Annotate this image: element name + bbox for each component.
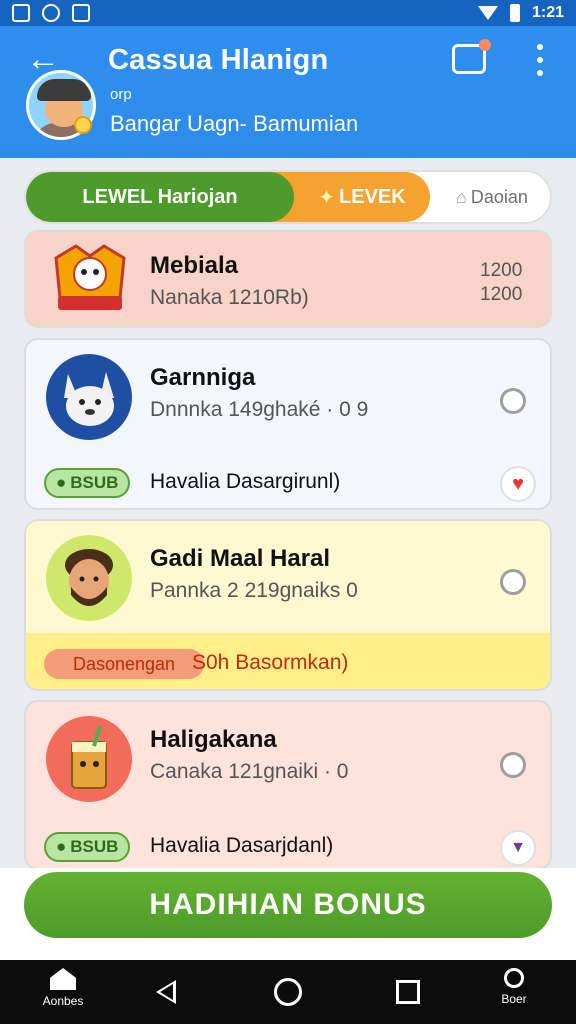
select-radio[interactable] (500, 752, 526, 778)
coin-icon: ● (56, 837, 67, 856)
list-item[interactable]: Mebiala Nanaka 1210Rb) 1200 1200 (24, 230, 552, 328)
card-subtitle: Nanaka 1210Rb) (150, 286, 309, 309)
page-title: Cassua Hlanign (108, 44, 329, 76)
list-item[interactable]: Haligakana Canaka 121gnaiki · 0 ● BSUB H… (24, 700, 552, 870)
chevron-down-icon[interactable]: ▼ (500, 830, 536, 866)
app-header: ← Cassua Hlanign orp Bangar Uagn- Bamumi… (0, 26, 576, 158)
wifi-icon (477, 6, 498, 20)
level-tabs: LEWEL Hariojan ✦ LEVEK ⌂ Daoian (24, 170, 552, 224)
card-title: Gadi Maal Haral (150, 545, 331, 572)
header-subtitle-small: orp (110, 86, 132, 103)
card-footer-text: S0h Basormkan) (192, 651, 349, 674)
home-icon: ⌂ (456, 186, 467, 207)
sync-icon (42, 4, 60, 22)
card-subtitle: Pannka 2 219gnaiks 0 (150, 579, 358, 602)
drink-mascot-icon (46, 716, 132, 802)
select-radio[interactable] (500, 569, 526, 595)
card-title: Mebiala (150, 252, 239, 279)
nav-home[interactable]: Aonbes (38, 968, 88, 1008)
card-subtitle: Canaka 121gnaiki · 0 (150, 760, 349, 783)
card-footer-text: Havalia Dasarjdanl) (150, 834, 334, 857)
card-footer-text: Havalia Dasargirunl) (150, 470, 341, 493)
more-options-icon[interactable] (530, 44, 550, 76)
card-title: Haligakana (150, 726, 277, 753)
nav-user[interactable]: Boer (494, 968, 534, 1006)
card-value-top: 1200 (480, 260, 523, 281)
recents-square-icon[interactable] (396, 980, 420, 1004)
battery-icon (509, 4, 520, 22)
card-title: Garnniga (150, 364, 256, 391)
chat-icon[interactable] (452, 39, 491, 74)
home-circle-icon[interactable] (274, 978, 302, 1006)
user-icon (504, 968, 524, 988)
coin-icon: ● (56, 473, 67, 492)
home-icon (50, 968, 76, 990)
list-item[interactable]: Gadi Maal Haral Pannka 2 219gnaiks 0 Das… (24, 519, 552, 691)
notification-icon (12, 4, 30, 22)
heart-icon[interactable]: ♥ (500, 466, 536, 502)
back-triangle-icon[interactable] (156, 980, 176, 1004)
card-value-bottom: 1200 (480, 284, 523, 305)
status-bar: 1:21 (0, 0, 576, 26)
clock: 1:21 (531, 4, 564, 21)
star-icon: ✦ (318, 186, 336, 209)
tab-daoian[interactable]: ⌂ Daoian (430, 172, 550, 222)
list-item[interactable]: Garnniga Dnnnka 149ghaké · 0 9 ● BSUB Ha… (24, 338, 552, 510)
sub-badge: ● BSUB (44, 468, 131, 498)
system-nav-bar: Aonbes Boer (0, 960, 576, 1024)
bonus-button[interactable]: HADIHIAN BONUS (24, 872, 552, 938)
card-subtitle: Dnnnka 149ghaké · 0 9 (150, 398, 369, 421)
header-subtitle: Bangar Uagn- Bamumian (110, 111, 359, 136)
avatar-badge-icon (74, 116, 92, 134)
bonus-footer: HADIHIAN BONUS (0, 868, 576, 960)
mascot-logo-icon (46, 238, 134, 320)
tab-level-harian[interactable]: LEWEL Hariojan (26, 172, 294, 222)
sub-badge: ● BSUB (44, 832, 131, 862)
status-badge: Dasonengan (44, 649, 204, 679)
select-radio[interactable] (500, 388, 526, 414)
dog-avatar-icon (46, 354, 132, 440)
man-avatar-icon (46, 535, 132, 621)
image-icon (72, 4, 90, 22)
notification-dot (479, 39, 491, 51)
